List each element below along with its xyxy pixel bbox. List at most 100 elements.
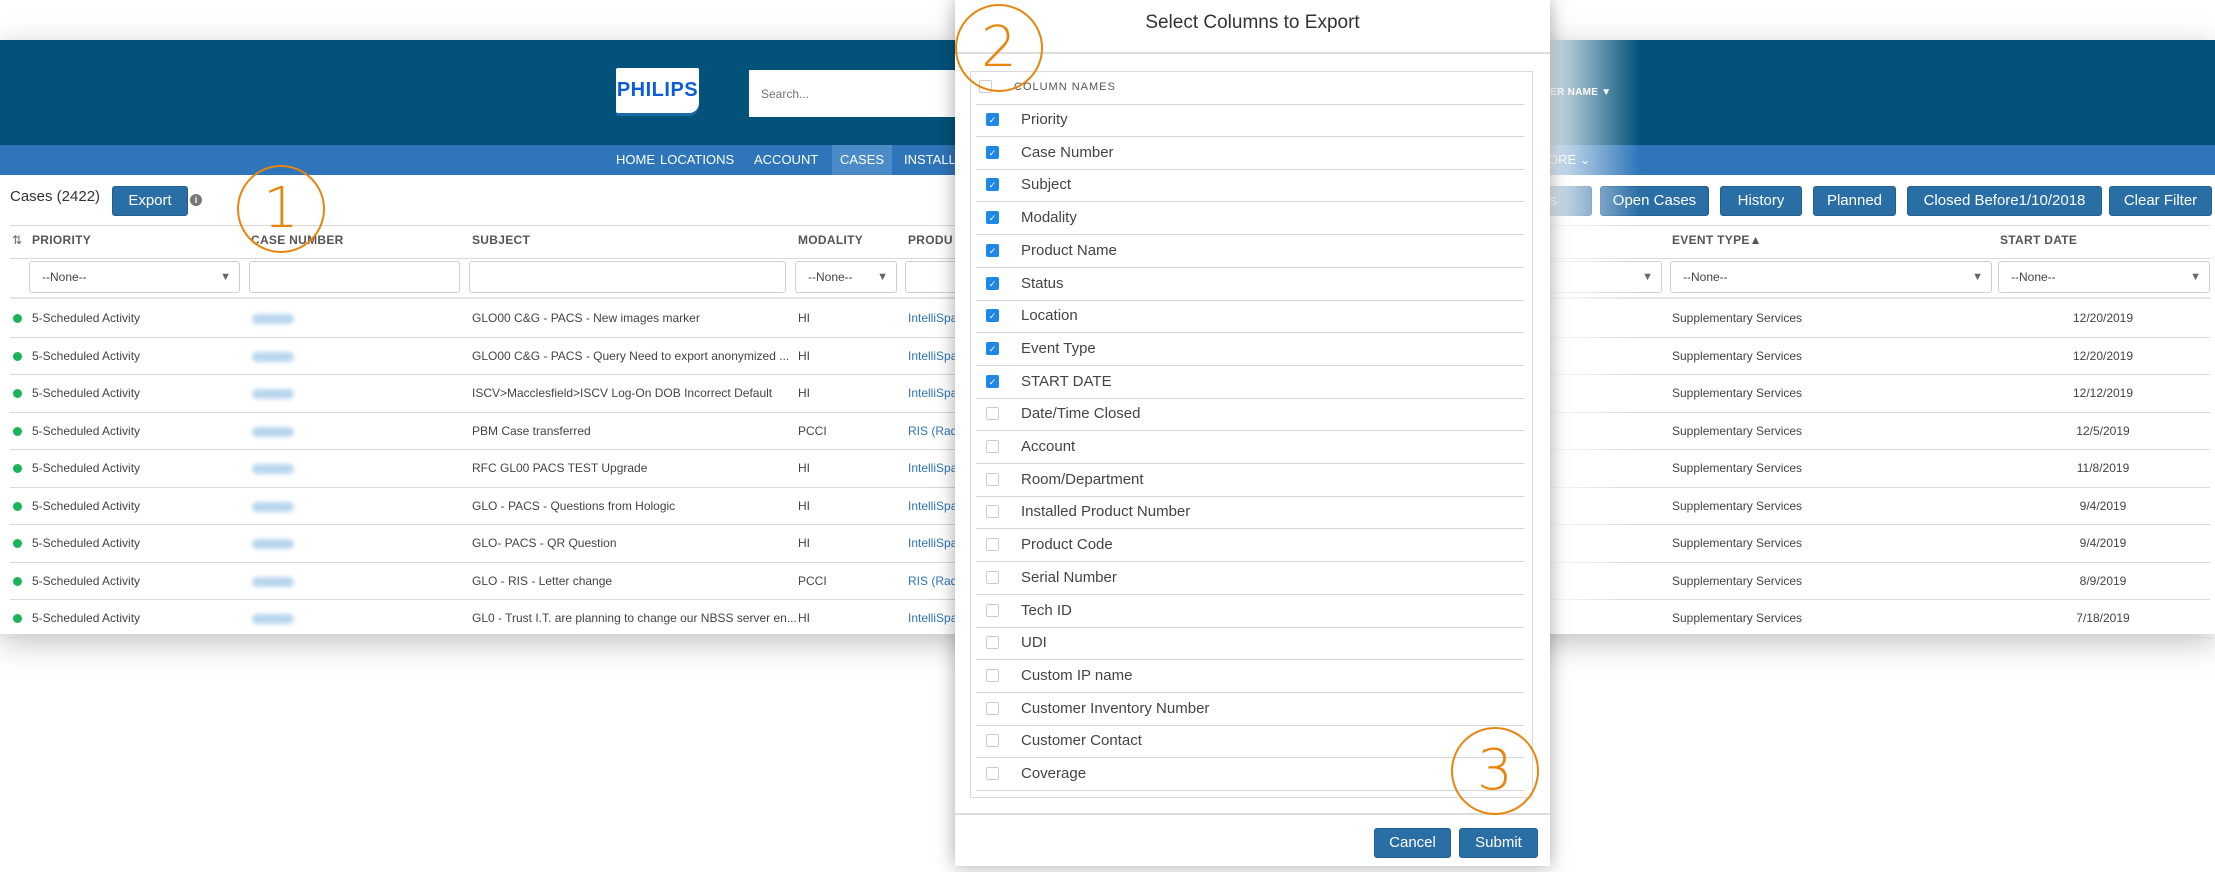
column-option[interactable]: Customer Contact [976, 725, 1524, 759]
column-option-label: Account [1021, 438, 1076, 455]
column-option[interactable]: ✓ Location [976, 300, 1524, 334]
column-header-product[interactable]: PRODU [908, 233, 953, 247]
filter-history-button[interactable]: History [1720, 186, 1802, 216]
cancel-button[interactable]: Cancel [1374, 828, 1451, 858]
checkbox-checked[interactable]: ✓ [986, 145, 999, 159]
case-number-link-redacted[interactable] [252, 314, 294, 324]
product-link[interactable]: IntelliSpa [908, 386, 957, 400]
event-type-filter-value: --None-- [1683, 270, 1728, 284]
product-link[interactable]: IntelliSpa [908, 461, 957, 475]
clear-filter-button[interactable]: Clear Filter [2109, 186, 2212, 216]
column-option-label: Customer Contact [1021, 732, 1142, 750]
checkbox-checked[interactable]: ✓ [986, 243, 999, 257]
case-number-link-redacted[interactable] [252, 614, 294, 624]
product-link[interactable]: IntelliSpa [908, 311, 957, 325]
nav-installed[interactable]: INSTALL [896, 145, 964, 175]
checkbox-unchecked[interactable] [986, 538, 999, 552]
product-link[interactable]: RIS (Radi [908, 574, 960, 588]
column-header-event-type[interactable]: EVENT TYPE▲ [1672, 233, 1762, 247]
case-number-link-redacted[interactable] [252, 576, 294, 587]
column-option[interactable]: Customer Inventory Number [976, 693, 1524, 726]
filter-planned-button[interactable]: Planned [1813, 186, 1896, 216]
column-option[interactable]: ✓ Event Type [976, 333, 1524, 366]
nav-cases[interactable]: CASES [832, 145, 893, 175]
product-link[interactable]: RIS (Radi [908, 424, 960, 438]
priority-filter-select[interactable]: --None-- ▼ [29, 261, 240, 293]
checkbox-checked[interactable]: ✓ [986, 211, 999, 225]
filter-open-cases-button[interactable]: Open Cases [1600, 186, 1709, 216]
checkbox-unchecked[interactable] [986, 472, 999, 486]
column-option[interactable]: ✓ START DATE [976, 366, 1524, 399]
philips-logo[interactable]: PHILIPS [616, 68, 699, 113]
checkbox-checked[interactable]: ✓ [986, 113, 999, 126]
event-type-cell: Supplementary Services [1672, 611, 1803, 625]
column-header-start-date[interactable]: START DATE [2000, 233, 2077, 247]
column-option[interactable]: ✓ Subject [976, 169, 1524, 203]
start-date-filter-select[interactable]: --None-- ▼ [1998, 261, 2210, 293]
checkbox-checked[interactable]: ✓ [986, 178, 999, 192]
status-dot-icon [13, 314, 22, 323]
filter-closed-before-button[interactable]: Closed Before1/10/2018 [1907, 186, 2102, 216]
checkbox-unchecked[interactable] [986, 636, 999, 650]
case-number-link-redacted[interactable] [252, 426, 294, 437]
submit-button[interactable]: Submit [1459, 828, 1538, 858]
checkbox-checked[interactable]: ✓ [986, 276, 999, 290]
start-date-cell: 9/4/2019 [2079, 498, 2127, 513]
column-option[interactable]: ✓ Modality [976, 202, 1524, 236]
column-header-modality[interactable]: MODALITY [798, 233, 863, 247]
checkbox-unchecked[interactable] [986, 603, 999, 617]
column-header-case-number[interactable]: CASE NUMBER [251, 233, 344, 247]
info-icon[interactable]: i [190, 194, 202, 206]
column-option[interactable]: Product Code [976, 529, 1524, 563]
column-option[interactable]: Serial Number [976, 562, 1524, 595]
column-option[interactable]: ✓ Product Name [976, 235, 1524, 268]
checkbox-unchecked[interactable] [986, 734, 999, 748]
column-option[interactable]: ✓ Case Number [976, 137, 1524, 170]
user-menu[interactable]: ER NAME ▼ [1550, 87, 1612, 98]
column-option[interactable]: Room/Department [976, 464, 1524, 497]
column-option[interactable]: Custom IP name [976, 660, 1524, 693]
checkbox-checked[interactable]: ✓ [986, 341, 999, 355]
start-date-cell: 12/20/2019 [2072, 311, 2134, 325]
column-option[interactable]: UDI [976, 627, 1524, 661]
column-option[interactable]: Tech ID [976, 595, 1524, 628]
column-header-subject[interactable]: SUBJECT [472, 233, 530, 247]
checkbox-unchecked[interactable] [986, 668, 999, 682]
column-option[interactable]: Date/Time Closed [976, 398, 1524, 432]
checkbox-unchecked[interactable] [986, 440, 999, 453]
dropdown-arrow-icon: ▼ [220, 271, 231, 283]
column-option[interactable]: Account [976, 431, 1524, 464]
case-number-filter-input[interactable] [249, 261, 460, 293]
export-button[interactable]: Export [112, 186, 188, 216]
checkbox-unchecked[interactable] [986, 407, 999, 421]
column-option[interactable]: ✓ Priority [976, 104, 1524, 137]
checkbox-checked[interactable]: ✓ [986, 309, 999, 323]
column-option-label: Serial Number [1021, 568, 1117, 586]
product-link[interactable]: IntelliSpa [908, 611, 957, 625]
column-option-label: Customer Inventory Number [1021, 699, 1210, 717]
checkbox-unchecked[interactable] [986, 767, 999, 780]
product-link[interactable]: IntelliSpa [908, 536, 957, 550]
nav-account[interactable]: ACCOUNT [746, 145, 826, 175]
case-number-link-redacted[interactable] [252, 351, 294, 362]
sort-icon[interactable]: ⇅ [12, 233, 22, 247]
column-option[interactable]: ✓ Status [976, 268, 1524, 301]
column-option[interactable]: Installed Product Number [976, 496, 1524, 530]
subject-filter-input[interactable] [469, 261, 786, 293]
case-number-link-redacted[interactable] [252, 501, 294, 512]
column-header-priority[interactable]: PRIORITY [32, 233, 91, 247]
modality-filter-select[interactable]: --None-- ▼ [795, 261, 897, 293]
select-all-checkbox[interactable] [979, 80, 992, 93]
column-option[interactable]: Coverage [976, 758, 1524, 791]
checkbox-checked[interactable]: ✓ [986, 374, 999, 388]
nav-locations[interactable]: LOCATIONS [652, 145, 742, 175]
case-number-link-redacted[interactable] [252, 464, 294, 474]
checkbox-unchecked[interactable] [986, 570, 999, 584]
case-number-link-redacted[interactable] [252, 539, 294, 549]
event-type-filter-select[interactable]: --None-- ▼ [1670, 261, 1992, 293]
case-number-link-redacted[interactable] [252, 389, 294, 399]
product-link[interactable]: IntelliSpa [908, 349, 957, 363]
checkbox-unchecked[interactable] [986, 701, 999, 715]
checkbox-unchecked[interactable] [986, 505, 999, 519]
product-link[interactable]: IntelliSpa [908, 499, 957, 513]
